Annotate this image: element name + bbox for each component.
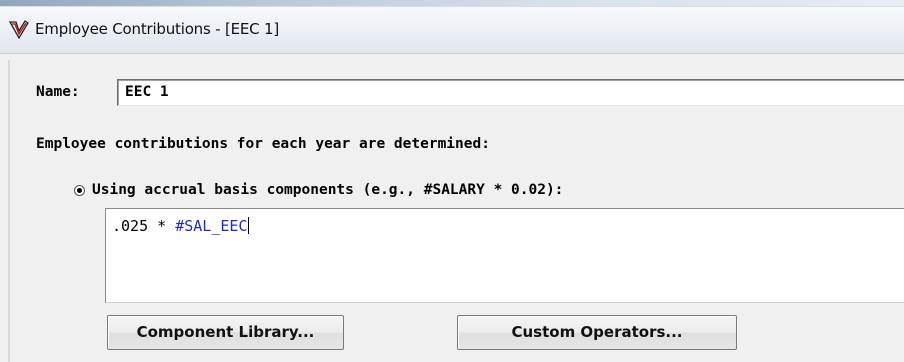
formula-editor[interactable]: .025 * #SAL_EEC	[105, 208, 904, 303]
accrual-basis-radio[interactable]	[74, 185, 85, 196]
name-field-value: EEC 1	[125, 84, 169, 100]
text-caret	[248, 217, 250, 234]
window-title: Employee Contributions - [EEC 1]	[35, 20, 280, 38]
component-library-button-label: Component Library...	[136, 323, 315, 341]
formula-text: .025 * #SAL_EEC	[112, 217, 250, 235]
radio-selected-dot	[77, 188, 82, 193]
contributions-section-label: Employee contributions for each year are…	[36, 136, 490, 152]
checkmark-logo-icon	[8, 20, 29, 40]
custom-operators-button-label: Custom Operators...	[511, 323, 683, 341]
name-field[interactable]: EEC 1	[117, 79, 904, 106]
title-bar[interactable]: Employee Contributions - [EEC 1]	[0, 6, 904, 54]
formula-variable: #SAL_EEC	[175, 217, 248, 235]
custom-operators-button[interactable]: Custom Operators...	[457, 315, 737, 350]
formula-operator: *	[148, 217, 176, 235]
formula-number: .025	[112, 217, 149, 235]
accrual-basis-radio-label[interactable]: Using accrual basis components (e.g., #S…	[92, 182, 563, 198]
left-frame-divider	[8, 60, 10, 362]
component-library-button[interactable]: Component Library...	[107, 315, 344, 350]
name-label: Name:	[36, 84, 80, 100]
